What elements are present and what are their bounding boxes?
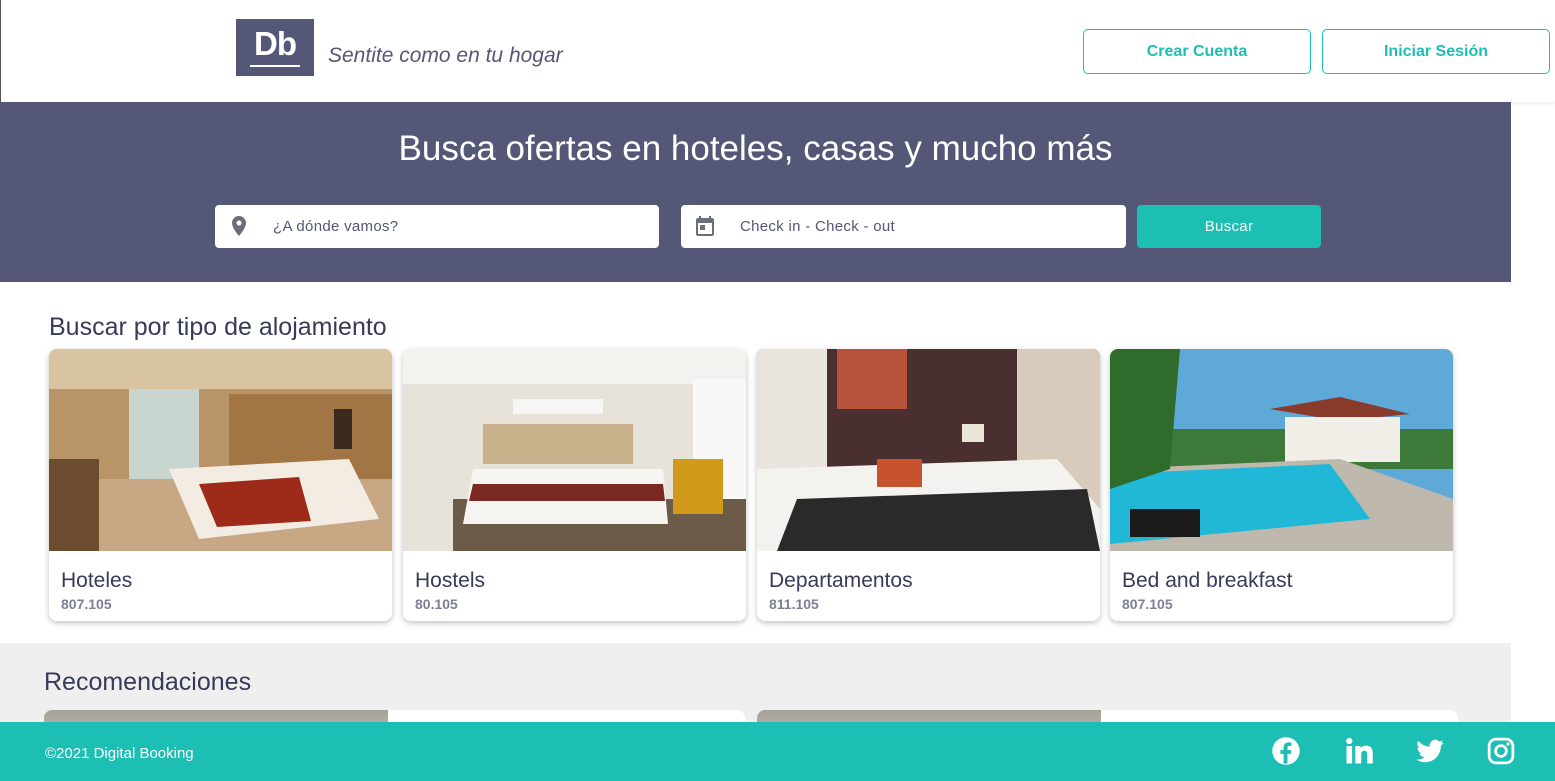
search-button[interactable]: Buscar bbox=[1137, 205, 1321, 248]
hotel-room-image bbox=[49, 349, 392, 551]
linkedin-icon[interactable] bbox=[1344, 736, 1374, 766]
logo-underline bbox=[250, 65, 300, 67]
category-card-bed-and-breakfast[interactable]: Bed and breakfast 807.105 bbox=[1110, 349, 1453, 621]
slogan: Sentite como en tu hogar bbox=[328, 44, 563, 67]
copyright-text: ©2021 Digital Booking bbox=[45, 745, 194, 762]
category-name: Hoteles bbox=[61, 569, 133, 592]
login-button[interactable]: Iniciar Sesión bbox=[1322, 29, 1550, 74]
category-card-hoteles[interactable]: Hoteles 807.105 bbox=[49, 349, 392, 621]
search-title: Busca ofertas en hoteles, casas y mucho … bbox=[398, 129, 1113, 168]
apartment-room-image bbox=[757, 349, 1100, 551]
category-count: 80.105 bbox=[415, 596, 458, 612]
create-account-button[interactable]: Crear Cuenta bbox=[1083, 29, 1311, 74]
destination-placeholder: ¿A dónde vamos? bbox=[273, 218, 399, 235]
logo-text: Db bbox=[254, 25, 297, 62]
hostel-room-image bbox=[403, 349, 746, 551]
dates-placeholder: Check in - Check - out bbox=[740, 218, 895, 235]
date-range-input[interactable]: Check in - Check - out bbox=[681, 205, 1126, 248]
recommendations-title: Recomendaciones bbox=[44, 668, 252, 696]
calendar-icon bbox=[696, 216, 714, 236]
facebook-icon[interactable] bbox=[1271, 736, 1301, 766]
category-name: Departamentos bbox=[769, 569, 913, 592]
category-name: Bed and breakfast bbox=[1122, 569, 1293, 592]
footer: ©2021 Digital Booking bbox=[0, 722, 1555, 781]
search-section: Busca ofertas en hoteles, casas y mucho … bbox=[0, 102, 1511, 282]
categories-title: Buscar por tipo de alojamiento bbox=[49, 313, 387, 341]
category-count: 807.105 bbox=[61, 596, 112, 612]
category-count: 807.105 bbox=[1122, 596, 1173, 612]
header: Db Sentite como en tu hogar Crear Cuenta… bbox=[0, 0, 1555, 102]
category-count: 811.105 bbox=[769, 596, 819, 612]
instagram-icon[interactable] bbox=[1486, 736, 1516, 766]
category-card-departamentos[interactable]: Departamentos 811.105 bbox=[757, 349, 1100, 621]
destination-input[interactable]: ¿A dónde vamos? bbox=[215, 205, 659, 248]
logo[interactable]: Db bbox=[236, 19, 314, 76]
category-card-hostels[interactable]: Hostels 80.105 bbox=[403, 349, 746, 621]
location-pin-icon bbox=[232, 216, 246, 236]
category-name: Hostels bbox=[415, 569, 486, 592]
pool-house-image bbox=[1110, 349, 1453, 551]
twitter-icon[interactable] bbox=[1415, 736, 1445, 766]
